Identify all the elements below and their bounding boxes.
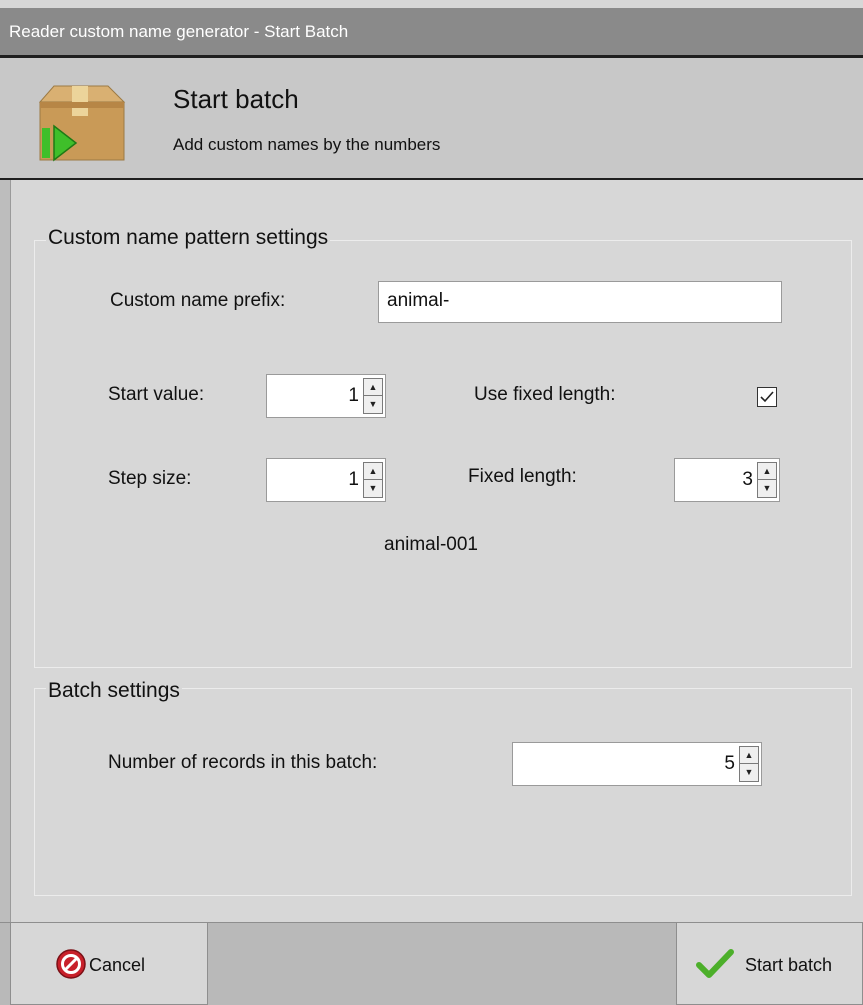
stepper-up-icon[interactable]: ▲ bbox=[740, 747, 758, 764]
start-value-stepper[interactable]: 1 ▲ ▼ bbox=[266, 374, 386, 418]
start-value-label: Start value: bbox=[108, 384, 205, 405]
header-subtitle: Add custom names by the numbers bbox=[173, 135, 441, 154]
stepper-up-icon[interactable]: ▲ bbox=[758, 463, 776, 480]
stepper-buttons: ▲ ▼ bbox=[363, 378, 383, 414]
batch-settings-title: Batch settings bbox=[46, 679, 182, 703]
stepper-up-icon[interactable]: ▲ bbox=[364, 463, 382, 480]
fixed-length-label: Fixed length: bbox=[468, 466, 577, 487]
records-value: 5 bbox=[724, 753, 735, 774]
stepper-down-icon[interactable]: ▼ bbox=[758, 480, 776, 497]
records-stepper[interactable]: 5 ▲ ▼ bbox=[512, 742, 762, 786]
cancel-label: Cancel bbox=[89, 955, 146, 975]
package-play-icon bbox=[38, 85, 126, 162]
start-batch-label: Start batch bbox=[745, 955, 833, 975]
window-border bbox=[0, 180, 11, 922]
start-batch-button[interactable]: Start batch bbox=[676, 922, 863, 1005]
header-title: Start batch bbox=[173, 84, 299, 114]
stepper-down-icon[interactable]: ▼ bbox=[364, 480, 382, 497]
stepper-down-icon[interactable]: ▼ bbox=[364, 396, 382, 413]
stepper-buttons: ▲ ▼ bbox=[739, 746, 759, 782]
use-fixed-length-label: Use fixed length: bbox=[474, 384, 616, 405]
cancel-icon bbox=[56, 949, 86, 979]
fixed-length-stepper[interactable]: 3 ▲ ▼ bbox=[674, 458, 780, 502]
records-label: Number of records in this batch: bbox=[108, 752, 378, 773]
checkmark-icon bbox=[696, 949, 734, 978]
step-size-value: 1 bbox=[348, 469, 359, 490]
cancel-button[interactable]: Cancel bbox=[10, 922, 208, 1005]
name-preview: animal-001 bbox=[384, 534, 478, 555]
dialog-window: Reader custom name generator - Start Bat… bbox=[0, 0, 863, 1005]
dialog-header: Start batch Add custom names by the numb… bbox=[0, 55, 863, 180]
stepper-down-icon[interactable]: ▼ bbox=[740, 764, 758, 781]
prefix-label: Custom name prefix: bbox=[110, 290, 286, 311]
stepper-buttons: ▲ ▼ bbox=[363, 462, 383, 498]
title-bar[interactable]: Reader custom name generator - Start Bat… bbox=[0, 8, 863, 55]
batch-settings-group bbox=[34, 688, 852, 896]
window-title: Reader custom name generator - Start Bat… bbox=[9, 22, 349, 41]
fixed-length-value: 3 bbox=[742, 469, 753, 490]
pattern-settings-title: Custom name pattern settings bbox=[46, 226, 331, 250]
step-size-stepper[interactable]: 1 ▲ ▼ bbox=[266, 458, 386, 502]
stepper-buttons: ▲ ▼ bbox=[757, 462, 777, 498]
start-value: 1 bbox=[348, 385, 359, 406]
checkmark-icon bbox=[760, 391, 774, 403]
stepper-up-icon[interactable]: ▲ bbox=[364, 379, 382, 396]
use-fixed-length-checkbox[interactable] bbox=[757, 387, 777, 407]
prefix-input[interactable]: animal- bbox=[378, 281, 782, 323]
step-size-label: Step size: bbox=[108, 468, 192, 489]
prefix-value: animal- bbox=[387, 290, 450, 311]
